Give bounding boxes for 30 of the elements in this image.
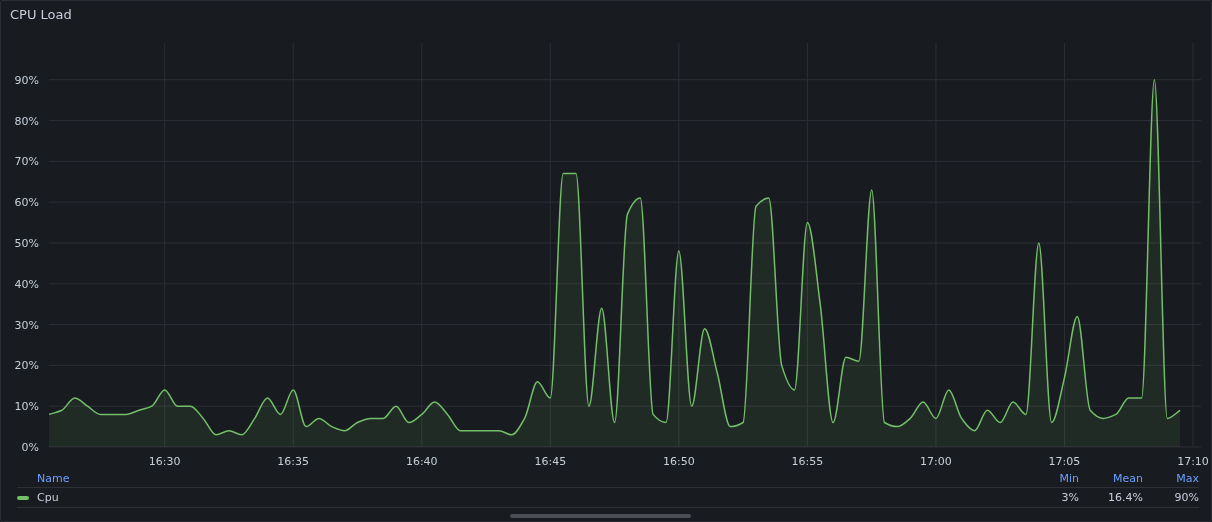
legend-value: 3% — [1061, 491, 1079, 504]
axis-label: 16:50 — [663, 455, 695, 468]
axis-label: 0% — [21, 441, 39, 454]
column-header[interactable]: Mean — [1113, 471, 1143, 485]
axis-label: 80% — [14, 114, 39, 128]
legend-value: 16.4% — [1108, 491, 1143, 504]
axis-label: 16:30 — [148, 455, 181, 468]
scrollbar-thumb[interactable] — [510, 514, 691, 518]
axis-label: 50% — [14, 236, 39, 250]
column-header[interactable]: Min — [1059, 471, 1079, 485]
panel-title: CPU Load — [9, 6, 73, 23]
column-header[interactable]: Max — [1176, 471, 1199, 485]
axis-label: 20% — [14, 359, 39, 373]
series-swatch — [17, 495, 29, 500]
legend-series-name[interactable]: Cpu — [37, 491, 59, 504]
axis-label: 17:05 — [1048, 455, 1081, 468]
axis-label: 16:40 — [405, 455, 438, 468]
axis-label: 16:55 — [791, 455, 824, 468]
axis-label: 16:35 — [277, 455, 310, 468]
axis-label: 17:00 — [920, 455, 952, 468]
axis-label: 90% — [14, 73, 39, 87]
axis-label: 17:10 — [1177, 455, 1209, 468]
column-header[interactable]: Name — [37, 471, 70, 485]
axis-label: 40% — [14, 277, 39, 291]
axis-label: 10% — [14, 400, 39, 414]
axis-label: 60% — [14, 196, 39, 210]
axis-label: 30% — [14, 318, 39, 332]
axis-label: 16:45 — [534, 455, 567, 468]
legend-value: 90% — [1174, 491, 1199, 504]
axis-label: 70% — [14, 155, 39, 169]
